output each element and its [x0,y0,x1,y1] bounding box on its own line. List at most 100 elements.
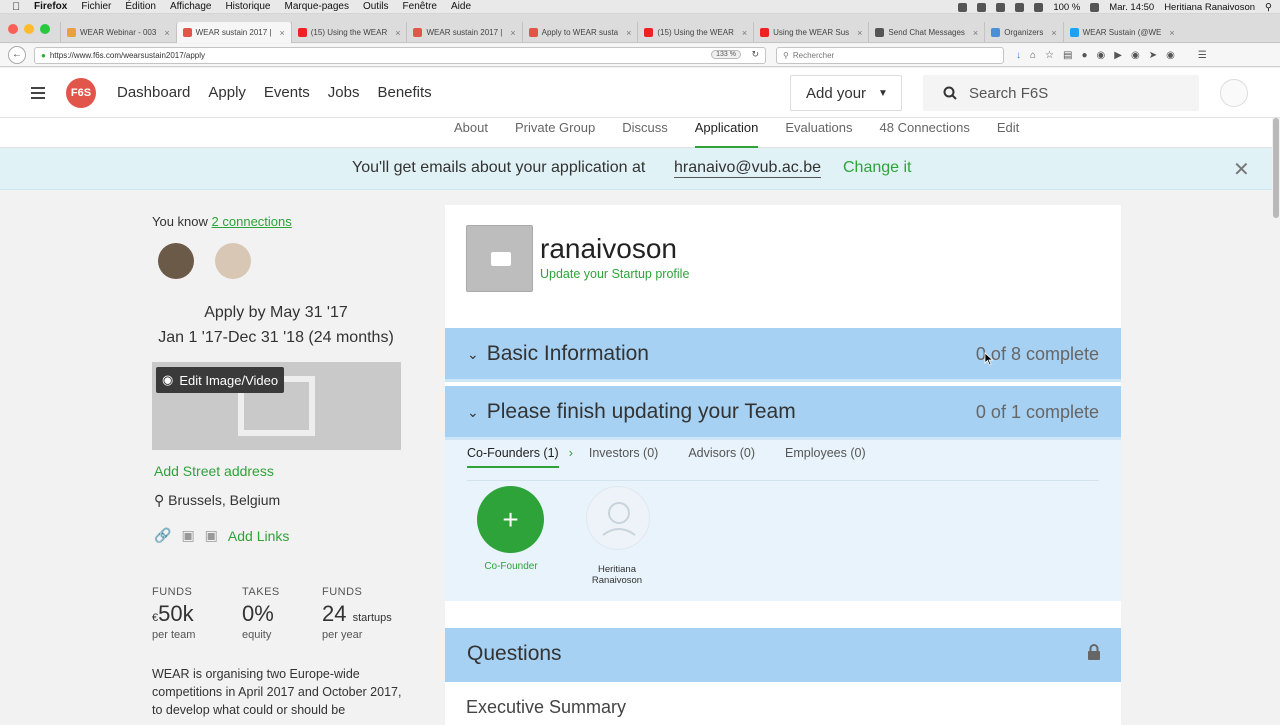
change-email-link[interactable]: Change it [843,159,912,177]
apple-icon[interactable]:  [12,1,24,13]
nav-benefits[interactable]: Benefits [377,84,431,101]
add-links-link[interactable]: Add Links [228,528,289,544]
update-profile-link[interactable]: Update your Startup profile [540,267,689,281]
clock[interactable]: Mar. 14:50 [1109,2,1154,13]
tab-employees[interactable]: Employees (0) [785,446,866,468]
nav-apply[interactable]: Apply [208,84,246,101]
f6s-logo[interactable]: F6S [66,78,96,108]
volume-icon[interactable] [1034,2,1044,12]
add-cofounder-button[interactable]: + [477,486,544,553]
tab-cofounders[interactable]: Co-Founders (1) [467,446,559,468]
link-icon[interactable]: 🔗 [154,527,171,544]
back-button[interactable]: ← [8,46,26,64]
minimize-window-button[interactable] [24,24,34,34]
browser-tab[interactable]: Using the WEAR Sus × [753,22,868,43]
tab-connections[interactable]: 48 Connections [880,120,970,148]
tab-close-icon[interactable]: × [279,28,284,38]
browser-tab[interactable]: Apply to WEAR susta × [521,22,638,43]
tab-investors[interactable]: Investors (0) [589,446,658,468]
add-street-link[interactable]: Add Street address [154,463,274,479]
add-cofounder-label[interactable]: Co-Founder [467,561,555,572]
zoom-badge[interactable]: 133 % [711,49,741,59]
tab-discuss[interactable]: Discuss [622,120,668,148]
browser-tab[interactable]: WEAR sustain 2017 | × [175,22,291,43]
browser-search-input[interactable]: ⚲ Rechercher [776,46,1004,64]
battery-icon[interactable] [1090,2,1100,12]
browser-tab[interactable]: (15) Using the WEAR × [290,22,407,43]
reader-icon[interactable]: ▤ [1063,50,1072,61]
hamburger-icon[interactable] [31,87,45,99]
menu-aide[interactable]: Aide [451,1,471,12]
edit-media-button[interactable]: ◉ Edit Image/Video [156,367,285,393]
member-name[interactable]: Heritiana Ranaivoson [577,564,657,586]
browser-tab[interactable]: WEAR Webinar - 003 × [60,22,176,43]
menu-marque-pages[interactable]: Marque-pages [284,1,348,12]
status-icon[interactable] [958,2,968,12]
spotlight-icon[interactable]: ⚲ [1265,2,1272,13]
close-icon[interactable]: ✕ [1233,157,1250,182]
browser-tab[interactable]: Send Chat Messages × [868,22,984,43]
browser-tab[interactable]: WEAR sustain 2017 | × [406,22,521,43]
bookmark-star-icon[interactable]: ☆ [1045,50,1054,61]
menu-icon[interactable]: ☰ [1198,50,1207,61]
tab-close-icon[interactable]: × [742,28,747,38]
url-text[interactable]: https://www.f6s.com/wearsustain2017/appl… [50,51,205,60]
member-avatar[interactable] [586,486,650,550]
tab-close-icon[interactable]: × [857,28,862,38]
menu-fichier[interactable]: Fichier [81,1,111,12]
zoom-window-button[interactable] [40,24,50,34]
basic-info-section[interactable]: ⌄ Basic Information 0 of 8 complete [445,328,1121,382]
tab-close-icon[interactable]: × [395,28,400,38]
home-icon[interactable]: ⌂ [1030,50,1036,61]
nav-jobs[interactable]: Jobs [328,84,360,101]
tab-close-icon[interactable]: × [164,28,169,38]
site-search-input[interactable]: Search F6S [923,75,1199,111]
facebook-icon[interactable]: ▣ [181,527,194,544]
tab-close-icon[interactable]: × [510,28,515,38]
wifi-icon[interactable] [1015,2,1025,12]
tab-application[interactable]: Application [694,120,759,148]
menu-outils[interactable]: Outils [363,1,389,12]
startup-logo-placeholder[interactable] [466,225,533,292]
page-scrollbar[interactable] [1272,118,1280,720]
linkedin-icon[interactable]: ▣ [205,527,218,544]
menu-affichage[interactable]: Affichage [170,1,212,12]
browser-tab[interactable]: Organizers × [984,22,1062,43]
menu-edition[interactable]: Édition [125,1,156,12]
menu-fenetre[interactable]: Fenêtre [403,1,437,12]
add-your-dropdown[interactable]: Add your ▼ [790,75,902,111]
tab-close-icon[interactable]: × [626,28,631,38]
tab-private-group[interactable]: Private Group [515,120,595,148]
download-icon[interactable]: ↓ [1016,50,1021,61]
url-bar[interactable]: ● https://www.f6s.com/wearsustain2017/ap… [34,46,766,64]
tab-evaluations[interactable]: Evaluations [785,120,852,148]
tab-close-icon[interactable]: × [1051,28,1056,38]
tab-close-icon[interactable]: × [1169,28,1174,38]
tab-edit[interactable]: Edit [997,120,1019,148]
tab-about[interactable]: About [454,120,488,148]
nav-dashboard[interactable]: Dashboard [117,84,190,101]
connection-avatar[interactable] [215,243,251,279]
close-window-button[interactable] [8,24,18,34]
drive-icon[interactable] [996,2,1006,12]
extension3-icon[interactable]: ◉ [1166,50,1175,61]
youtube-icon[interactable]: ▶ [1114,50,1122,61]
connection-avatar[interactable] [158,243,194,279]
connections-link[interactable]: 2 connections [212,214,292,229]
menu-app[interactable]: Firefox [34,1,67,12]
tab-advisors[interactable]: Advisors (0) [688,446,755,468]
browser-tab[interactable]: WEAR Sustain (@WE × [1062,22,1181,43]
user-name[interactable]: Heritiana Ranaivoson [1164,2,1255,13]
share-icon[interactable]: ➤ [1149,50,1157,61]
user-avatar[interactable] [1220,79,1248,107]
team-section[interactable]: ⌄ Please finish updating your Team 0 of 1… [445,386,1121,440]
menu-historique[interactable]: Historique [225,1,270,12]
dropbox-icon[interactable] [977,2,987,12]
extension-icon[interactable]: ◉ [1097,50,1106,61]
pocket-icon[interactable]: ● [1081,50,1087,61]
extension2-icon[interactable]: ◉ [1131,50,1140,61]
browser-tab[interactable]: (15) Using the WEAR × [637,22,753,43]
tab-close-icon[interactable]: × [973,28,978,38]
nav-events[interactable]: Events [264,84,310,101]
questions-section[interactable]: Questions [445,628,1121,682]
